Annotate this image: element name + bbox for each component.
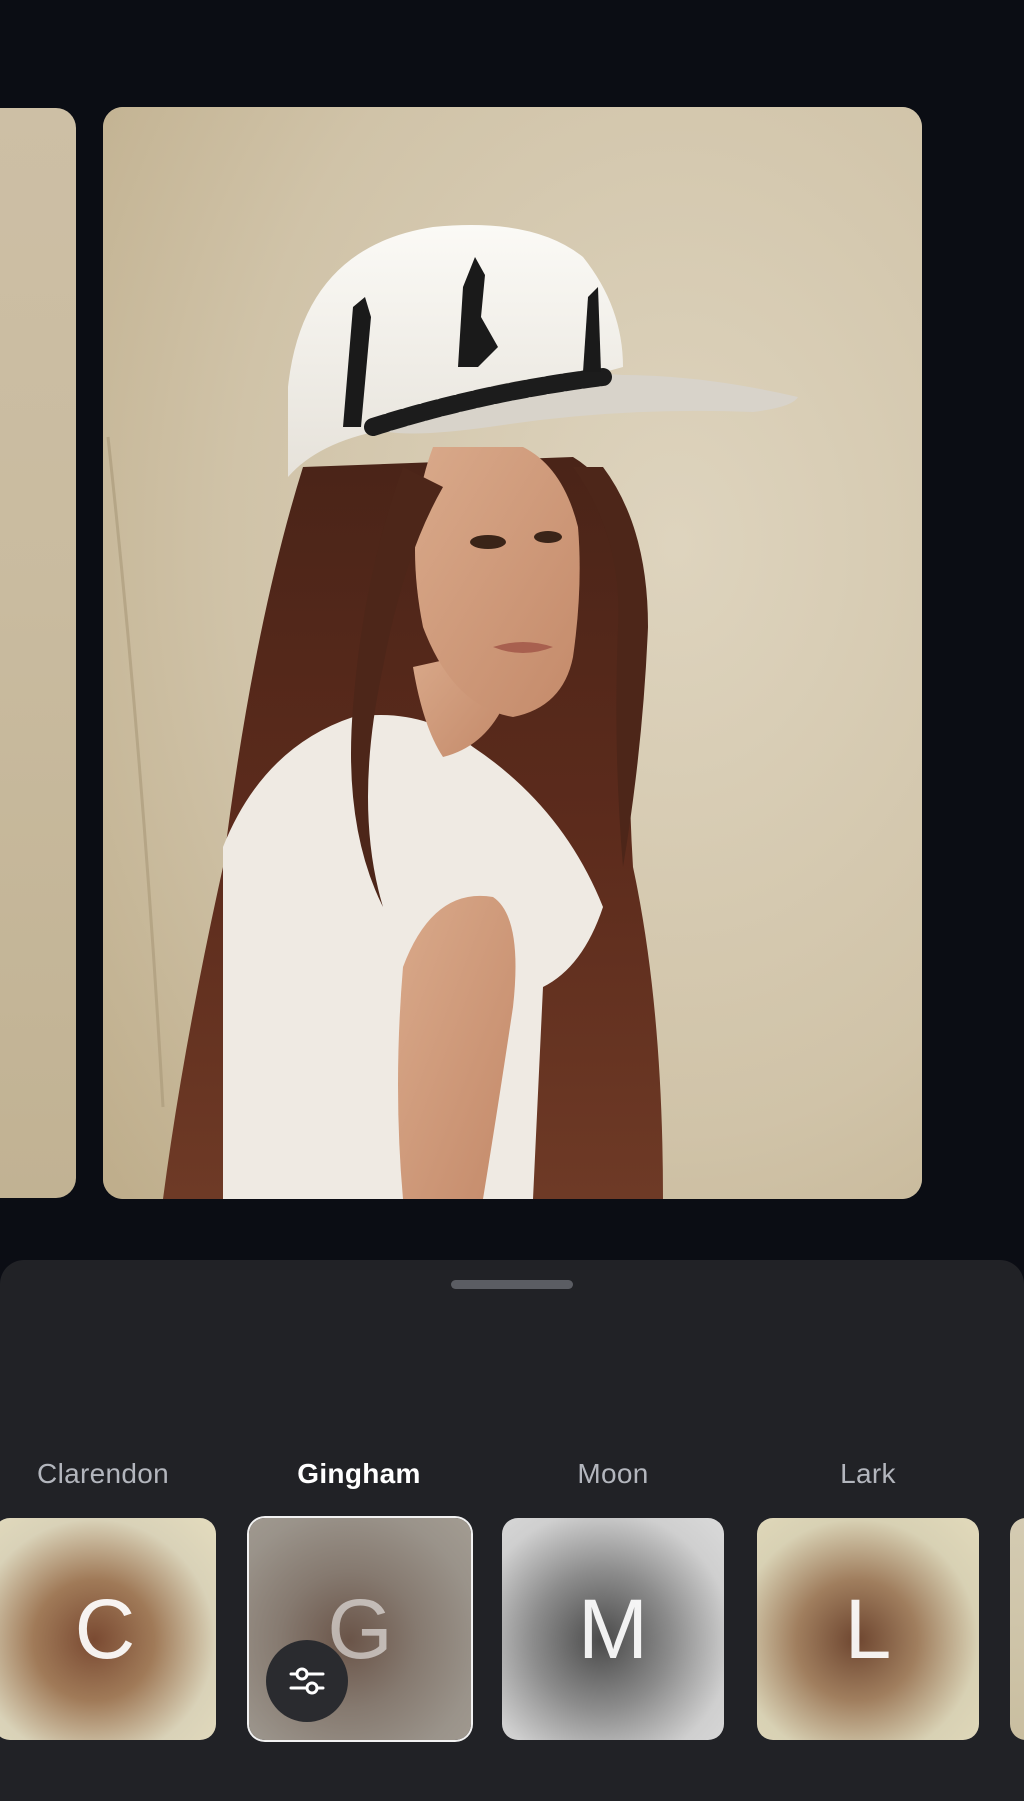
filter-thumb-lark[interactable]: L xyxy=(757,1518,979,1740)
photo-illustration xyxy=(103,107,922,1199)
filter-letter-l: L xyxy=(844,1581,892,1676)
filter-label-clarendon[interactable]: Clarendon xyxy=(0,1458,214,1490)
filter-letter-m: M xyxy=(578,1581,648,1676)
filter-thumb-moon[interactable]: M xyxy=(502,1518,724,1740)
filter-label-moon[interactable]: Moon xyxy=(502,1458,724,1490)
filters-sheet: Clarendon Gingham Moon Lark C G M L xyxy=(0,1260,1024,1801)
filter-label-lark[interactable]: Lark xyxy=(757,1458,979,1490)
filter-letter-c: C xyxy=(74,1581,136,1676)
sliders-icon xyxy=(289,1667,325,1695)
adjust-filter-button[interactable] xyxy=(266,1640,348,1722)
sheet-drag-handle[interactable] xyxy=(451,1280,573,1289)
filter-label-gingham[interactable]: Gingham xyxy=(248,1458,470,1490)
filter-thumb-clarendon[interactable]: C xyxy=(0,1518,216,1740)
main-photo[interactable] xyxy=(103,107,922,1199)
previous-photo-card[interactable] xyxy=(0,108,76,1198)
filter-thumb-next[interactable] xyxy=(1010,1518,1024,1740)
filter-editor-screen: Clarendon Gingham Moon Lark C G M L xyxy=(0,0,1024,1801)
